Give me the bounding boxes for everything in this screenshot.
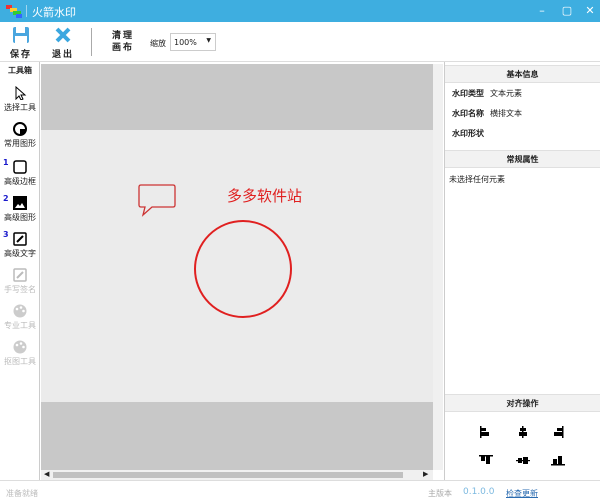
tool-cutout[interactable]: 抠图工具: [0, 340, 40, 367]
toolbar-divider: [91, 28, 92, 56]
tool-select[interactable]: 选择工具: [0, 86, 40, 113]
clear-canvas-button[interactable]: 清理 画布: [108, 30, 138, 54]
save-button[interactable]: 保存: [6, 26, 36, 60]
signature-icon: [13, 268, 27, 282]
minimize-button[interactable]: –: [534, 3, 550, 19]
align-header: 对齐操作: [445, 394, 600, 412]
align-top-icon[interactable]: [479, 454, 493, 466]
close-button[interactable]: ✕: [582, 3, 598, 19]
tool-advanced-image[interactable]: 高级图形: [0, 196, 40, 223]
canvas-page[interactable]: 多多软件站: [41, 130, 433, 402]
status-bar: 准备就绪 主版本 0.1.0.0 检查更新: [0, 480, 600, 504]
window-title: 火箭水印: [32, 6, 76, 19]
tool-label: 高级图形: [4, 213, 36, 222]
save-label: 保存: [9, 50, 32, 60]
circle-element[interactable]: [192, 218, 294, 320]
version-label: 主版本: [428, 489, 452, 498]
properties-panel: 基本信息 水印类型 文本元素 水印名称 横排文本 水印形状 常规属性 未选择任何元素…: [444, 62, 600, 480]
vertical-scrollbar[interactable]: [433, 64, 443, 470]
general-props-header: 常规属性: [445, 150, 600, 168]
basic-info-header: 基本信息: [445, 65, 600, 83]
square-icon: [13, 160, 27, 174]
chevron-down-icon: ▼: [206, 37, 211, 44]
tool-label: 高级边框: [4, 177, 36, 186]
exit-button[interactable]: 退出: [48, 26, 78, 60]
clear-label-2: 画布: [111, 43, 134, 53]
app-logo-icon: [6, 5, 22, 18]
cursor-icon: [15, 86, 27, 100]
title-bar: 火箭水印 – ▢ ✕: [0, 0, 600, 22]
tool-professional[interactable]: 专业工具: [0, 304, 40, 331]
tool-advanced-text[interactable]: 高级文字: [0, 232, 40, 259]
prop-type: 水印类型 文本元素: [452, 89, 522, 98]
tool-label: 高级文字: [4, 249, 36, 258]
align-bottom-icon[interactable]: [551, 454, 565, 466]
tool-advanced-border[interactable]: 高级边框: [0, 160, 40, 187]
tool-label: 常用图形: [4, 139, 36, 148]
image-icon: [13, 196, 27, 210]
scroll-left-icon[interactable]: ◀: [44, 470, 49, 478]
palette-icon: [13, 304, 27, 318]
tool-label: 抠图工具: [4, 357, 36, 366]
toolbar: 保存 退出 清理 画布 缩放 100% ▼: [0, 22, 600, 62]
scrollbar-thumb[interactable]: [53, 472, 403, 478]
toolbox-panel: 工具箱 选择工具 常用图形 1 高级边框 2 高级图形 3 高级文字 手写签名 …: [0, 62, 40, 480]
canvas-area[interactable]: 多多软件站: [41, 64, 433, 470]
no-selection-text: 未选择任何元素: [449, 175, 505, 184]
version-value: 0.1.0.0: [463, 487, 495, 497]
status-text: 准备就绪: [6, 489, 38, 498]
title-separator: [26, 5, 27, 17]
horizontal-scrollbar[interactable]: ◀ ▶: [41, 470, 433, 480]
align-middle-icon[interactable]: [516, 454, 530, 466]
tool-label: 专业工具: [4, 321, 36, 330]
zoom-select[interactable]: 100% ▼: [170, 33, 216, 51]
align-right-icon[interactable]: [551, 426, 565, 438]
tool-common-shapes[interactable]: 常用图形: [0, 122, 40, 149]
palette-icon: [13, 340, 27, 354]
align-left-icon[interactable]: [479, 426, 493, 438]
toolbox-title: 工具箱: [8, 66, 32, 75]
tool-label: 选择工具: [4, 103, 36, 112]
edit-icon: [13, 232, 27, 246]
scroll-right-icon[interactable]: ▶: [423, 470, 428, 478]
zoom-label: 缩放: [150, 39, 166, 48]
tool-signature[interactable]: 手写签名: [0, 268, 40, 295]
clear-label-1: 清理: [111, 31, 134, 41]
zoom-value: 100%: [174, 38, 197, 47]
align-center-icon[interactable]: [516, 426, 530, 438]
maximize-button[interactable]: ▢: [559, 3, 575, 19]
prop-name: 水印名称 横排文本: [452, 109, 522, 118]
speech-bubble-element[interactable]: [138, 184, 178, 220]
shape-circle-icon: [13, 122, 27, 136]
tool-label: 手写签名: [4, 285, 36, 294]
exit-label: 退出: [51, 50, 74, 60]
check-update-link[interactable]: 检查更新: [506, 488, 538, 499]
save-icon: [13, 27, 29, 43]
watermark-text[interactable]: 多多软件站: [227, 185, 302, 206]
close-x-icon: [55, 27, 71, 43]
prop-shape: 水印形状: [452, 129, 484, 138]
